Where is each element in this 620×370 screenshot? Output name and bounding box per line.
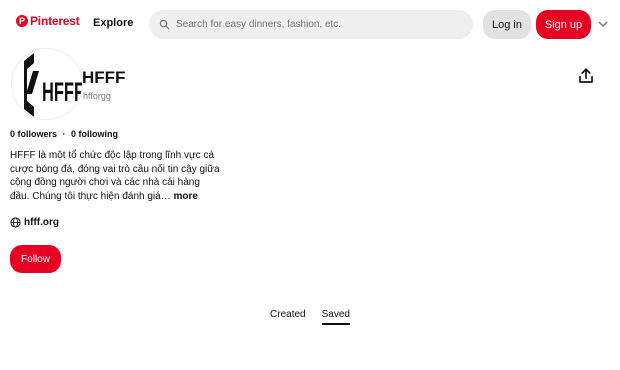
pinterest-logo-text: Pinterest <box>30 14 80 28</box>
profile-tabs: Created Saved <box>0 309 620 325</box>
globe-icon <box>10 217 21 228</box>
followers-count[interactable]: 0 followers <box>10 129 57 139</box>
login-button[interactable]: Log in <box>483 10 531 39</box>
pinterest-logo[interactable]: P Pinterest <box>16 14 80 28</box>
explore-link[interactable]: Explore <box>93 17 133 29</box>
website-link[interactable]: hfff.org <box>10 217 59 228</box>
avatar-logo-text: HFFF <box>42 77 83 107</box>
tab-saved[interactable]: Saved <box>321 309 350 325</box>
following-count[interactable]: 0 following <box>71 129 118 139</box>
tab-created[interactable]: Created <box>270 309 306 325</box>
avatar: HFFF <box>11 48 83 120</box>
profile-name: HFFF <box>82 68 126 87</box>
profile-bio: HFFF là một tổ chức độc lập trong lĩnh v… <box>10 149 222 203</box>
profile-handle: hfforgg <box>83 91 111 101</box>
website-text: hfff.org <box>24 217 59 228</box>
hfff-logo-image: HFFF <box>24 53 83 117</box>
separator-dot: · <box>62 129 66 139</box>
chevron-down-icon[interactable] <box>598 20 608 28</box>
search-icon <box>159 19 170 30</box>
more-link[interactable]: more <box>173 191 197 202</box>
search-bar[interactable] <box>149 10 473 39</box>
pinterest-logo-icon: P <box>16 15 28 27</box>
search-input[interactable] <box>176 19 456 30</box>
signup-button[interactable]: Sign up <box>536 10 591 39</box>
follow-button[interactable]: Follow <box>10 245 61 273</box>
follow-counts: 0 followers · 0 following <box>10 129 118 139</box>
share-icon[interactable] <box>577 67 595 85</box>
top-navigation-bar: P Pinterest Explore Log in Sign up <box>0 0 620 48</box>
